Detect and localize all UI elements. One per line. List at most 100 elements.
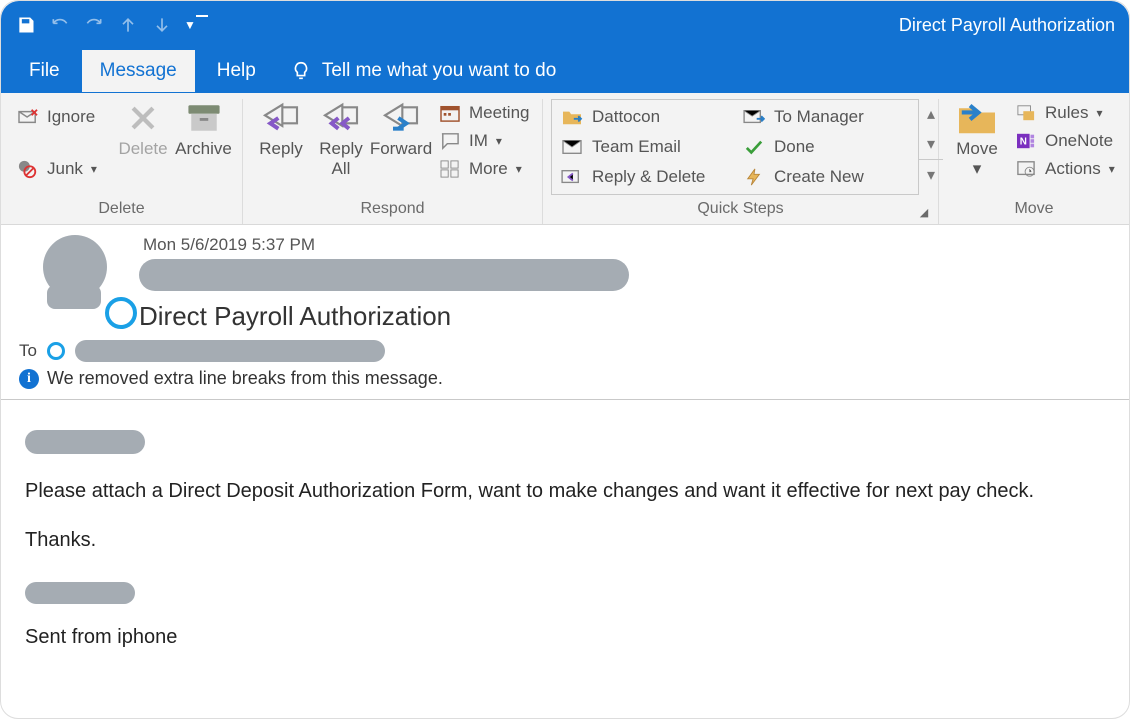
tell-me-placeholder: Tell me what you want to do	[322, 60, 556, 82]
message-body: Please attach a Direct Deposit Authoriza…	[1, 400, 1129, 679]
message-datetime: Mon 5/6/2019 5:37 PM	[139, 235, 1117, 255]
to-row: To	[19, 340, 1117, 362]
undo-icon[interactable]	[43, 8, 77, 42]
info-bar[interactable]: i We removed extra line breaks from this…	[19, 368, 1117, 389]
signature-line: Sent from iphone	[25, 626, 1105, 649]
move-label: Move▾	[956, 139, 998, 178]
lightning-icon	[742, 168, 766, 186]
tell-me-search[interactable]: Tell me what you want to do	[290, 60, 556, 82]
dialog-launcher-icon[interactable]: ◢	[918, 206, 930, 218]
arrow-down-icon[interactable]	[145, 8, 179, 42]
reply-button[interactable]: Reply	[251, 99, 311, 159]
lightbulb-icon	[290, 60, 312, 82]
group-label-delete: Delete	[9, 198, 234, 222]
delete-icon	[126, 99, 160, 137]
calendar-icon	[439, 104, 461, 122]
body-paragraph-thanks: Thanks.	[25, 529, 1105, 552]
junk-icon	[17, 159, 39, 179]
tab-help[interactable]: Help	[199, 50, 274, 92]
move-folder-icon	[956, 99, 998, 137]
delete-label: Delete	[118, 139, 167, 159]
redo-icon[interactable]	[77, 8, 111, 42]
actions-icon	[1015, 160, 1037, 178]
im-label: IM	[469, 131, 488, 151]
forward-icon	[381, 99, 421, 137]
quickstep-done[interactable]: Done	[736, 132, 916, 162]
actions-button[interactable]: Actions	[1011, 157, 1119, 181]
title-bar: ▼ Direct Payroll Authorization	[1, 1, 1129, 49]
quickstep-create-new[interactable]: Create New	[736, 162, 916, 192]
message-subject: Direct Payroll Authorization	[139, 301, 1117, 332]
meeting-button[interactable]: Meeting	[435, 101, 535, 125]
name-redacted	[25, 582, 135, 604]
forward-button[interactable]: Forward	[371, 99, 431, 159]
reply-all-button[interactable]: ReplyAll	[311, 99, 371, 178]
rules-icon	[1015, 104, 1037, 122]
ignore-label: Ignore	[47, 107, 95, 127]
ribbon: Ignore Junk Delete Archive Delete R	[1, 93, 1129, 225]
meeting-label: Meeting	[469, 103, 529, 123]
quickstep-reply-delete[interactable]: Reply & Delete	[554, 162, 734, 192]
quickstep-to-manager[interactable]: To Manager	[736, 102, 916, 132]
sender-avatar	[19, 235, 129, 319]
window-title: Direct Payroll Authorization	[899, 15, 1121, 36]
ignore-button[interactable]: Ignore	[13, 105, 113, 129]
more-icon	[439, 160, 461, 178]
delete-button: Delete	[113, 99, 173, 159]
tab-message[interactable]: Message	[82, 50, 195, 92]
rules-label: Rules	[1045, 103, 1088, 123]
tab-file[interactable]: File	[11, 50, 78, 92]
group-quicksteps: Dattocon To Manager Team Email Done Repl…	[543, 99, 939, 224]
quicksteps-gallery: Dattocon To Manager Team Email Done Repl…	[551, 99, 919, 195]
archive-button[interactable]: Archive	[173, 99, 234, 159]
group-move: Move▾ Rules N OneNote Actions Move	[939, 99, 1129, 224]
ignore-icon	[17, 108, 39, 126]
forward-label: Forward	[370, 139, 432, 159]
message-header: Mon 5/6/2019 5:37 PM Direct Payroll Auth…	[1, 225, 1129, 400]
onenote-button[interactable]: N OneNote	[1011, 129, 1119, 153]
presence-indicator-icon	[105, 297, 137, 329]
reply-icon	[261, 99, 301, 137]
avatar-body-icon	[47, 285, 101, 309]
save-icon[interactable]	[9, 8, 43, 42]
rules-button[interactable]: Rules	[1011, 101, 1119, 125]
to-label: To	[19, 341, 37, 361]
arrow-up-icon[interactable]	[111, 8, 145, 42]
quickstep-dattocon[interactable]: Dattocon	[554, 102, 734, 132]
reply-all-label: ReplyAll	[319, 139, 362, 178]
sender-name-redacted	[139, 259, 629, 291]
recipient-presence-icon	[47, 342, 65, 360]
chat-icon	[439, 132, 461, 150]
check-icon	[742, 138, 766, 156]
archive-icon	[185, 99, 223, 137]
group-respond: Reply ReplyAll Forward Meeting IM	[243, 99, 543, 224]
info-text: We removed extra line breaks from this m…	[47, 368, 443, 389]
archive-label: Archive	[175, 139, 232, 159]
reply-all-icon	[321, 99, 361, 137]
recipient-redacted	[75, 340, 385, 362]
body-paragraph-1: Please attach a Direct Deposit Authoriza…	[25, 480, 1105, 503]
move-button[interactable]: Move▾	[947, 99, 1007, 178]
customize-qat-icon[interactable]: ▼	[179, 8, 213, 42]
reply-delete-icon	[560, 168, 584, 186]
more-label: More	[469, 159, 508, 179]
reply-label: Reply	[259, 139, 302, 159]
mail-icon	[560, 138, 584, 156]
quickstep-team-email[interactable]: Team Email	[554, 132, 734, 162]
mail-forward-icon	[742, 108, 766, 126]
junk-label: Junk	[47, 159, 83, 179]
ribbon-tabs: File Message Help Tell me what you want …	[1, 49, 1129, 93]
greeting-redacted	[25, 430, 145, 454]
group-delete: Ignore Junk Delete Archive Delete	[1, 99, 243, 224]
folder-move-icon	[560, 108, 584, 126]
group-label-quicksteps: Quick Steps ◢	[551, 198, 930, 222]
svg-text:N: N	[1020, 137, 1027, 148]
group-label-move: Move	[947, 198, 1121, 222]
actions-label: Actions	[1045, 159, 1101, 179]
onenote-label: OneNote	[1045, 131, 1113, 151]
group-label-respond: Respond	[251, 198, 534, 222]
onenote-icon: N	[1015, 132, 1037, 150]
junk-button[interactable]: Junk	[13, 157, 113, 181]
more-button[interactable]: More	[435, 157, 535, 181]
im-button[interactable]: IM	[435, 129, 535, 153]
